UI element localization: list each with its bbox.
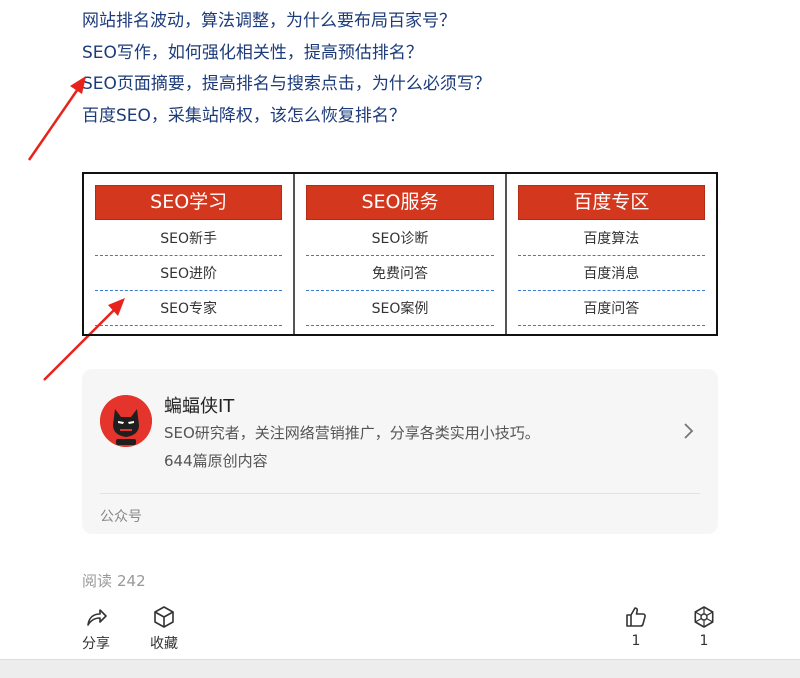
category-header[interactable]: SEO学习 bbox=[95, 185, 283, 220]
account-name: 蝙蝠侠IT bbox=[164, 396, 235, 417]
category-header[interactable]: SEO服务 bbox=[306, 185, 494, 220]
favorite-label: 收藏 bbox=[150, 636, 178, 652]
category-item[interactable]: 百度消息 bbox=[517, 257, 705, 291]
like-count: 1 bbox=[631, 633, 641, 649]
read-count: 阅读 242 bbox=[82, 570, 146, 591]
share-label: 分享 bbox=[82, 636, 110, 652]
article-count: 644篇原创内容 bbox=[164, 452, 268, 470]
category-item[interactable]: SEO新手 bbox=[95, 222, 283, 256]
avatar bbox=[100, 395, 152, 447]
category-item[interactable]: 百度算法 bbox=[517, 222, 705, 256]
chevron-right-icon bbox=[684, 423, 694, 439]
category-column: SEO学习 SEO新手 SEO进阶 SEO专家 bbox=[84, 174, 293, 334]
annotation-arrow-links bbox=[27, 76, 86, 161]
account-type-label: 公众号 bbox=[100, 509, 142, 525]
batman-avatar-icon bbox=[100, 395, 152, 447]
category-item[interactable]: SEO案例 bbox=[306, 292, 494, 326]
related-link[interactable]: 网站排名波动，算法调整，为什么要布局百家号？ bbox=[82, 6, 491, 38]
cube-icon bbox=[154, 606, 174, 628]
account-description: SEO研究者，关注网络营销推广，分享各类实用小技巧。 bbox=[164, 424, 540, 442]
category-item[interactable]: 百度问答 bbox=[517, 292, 705, 326]
related-link[interactable]: SEO页面摘要，提高排名与搜索点击，为什么必须写？ bbox=[82, 69, 491, 101]
category-item[interactable]: 免费问答 bbox=[306, 257, 494, 291]
category-item[interactable]: SEO诊断 bbox=[306, 222, 494, 256]
share-icon bbox=[87, 609, 107, 626]
thumbs-up-icon bbox=[626, 607, 646, 627]
category-item[interactable]: SEO进阶 bbox=[95, 257, 283, 291]
bottom-bar bbox=[0, 659, 800, 678]
related-link[interactable]: SEO写作，如何强化相关性，提高预估排名？ bbox=[82, 38, 491, 70]
wow-count: 1 bbox=[699, 633, 709, 649]
related-links: 网站排名波动，算法调整，为什么要布局百家号？ SEO写作，如何强化相关性，提高预… bbox=[82, 6, 491, 132]
category-table: SEO学习 SEO新手 SEO进阶 SEO专家 SEO服务 SEO诊断 免费问答… bbox=[82, 172, 718, 336]
category-column: SEO服务 SEO诊断 免费问答 SEO案例 bbox=[293, 174, 504, 334]
category-column: 百度专区 百度算法 百度消息 百度问答 bbox=[504, 174, 716, 334]
favorite-button[interactable]: 收藏 bbox=[144, 605, 184, 653]
share-button[interactable]: 分享 bbox=[76, 605, 116, 653]
read-number: 242 bbox=[117, 572, 146, 590]
read-label: 阅读 bbox=[82, 572, 113, 590]
like-button[interactable]: 1 bbox=[616, 605, 656, 649]
wow-button[interactable]: 1 bbox=[684, 605, 724, 649]
card-divider bbox=[100, 493, 700, 494]
category-header[interactable]: 百度专区 bbox=[517, 185, 705, 220]
wow-icon bbox=[694, 606, 714, 628]
related-link[interactable]: 百度SEO，采集站降权，该怎么恢复排名？ bbox=[82, 101, 491, 133]
category-item[interactable]: SEO专家 bbox=[95, 292, 283, 326]
account-card[interactable]: 蝙蝠侠IT SEO研究者，关注网络营销推广，分享各类实用小技巧。 644篇原创内… bbox=[82, 369, 718, 534]
